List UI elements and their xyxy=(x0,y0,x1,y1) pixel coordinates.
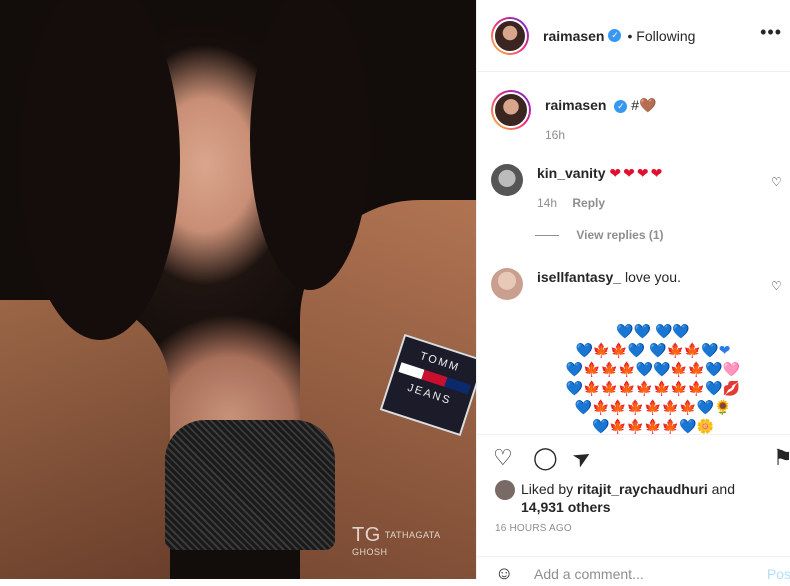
emoji-line: 💙🍁🍁💙 💙🍁🍁💙❤ xyxy=(575,342,731,358)
jacket-left xyxy=(0,300,170,579)
comment-username[interactable]: isellfantasy_ xyxy=(537,269,621,285)
post-side-panel: raimasen ✓ • Following ••• raimasen ✓ #🤎… xyxy=(476,0,790,583)
post-photo[interactable]: TOMM JEANS TG TATHAGATA GHOSH xyxy=(0,0,476,579)
share-plane-icon[interactable]: ➤ xyxy=(568,442,597,474)
view-replies-button[interactable]: View replies (1) xyxy=(576,228,663,242)
comment-row: kin_vanity ❤❤❤❤ 14h Reply View replies (… xyxy=(491,164,757,244)
emoji-line: 💙🍁🍁🍁🍁💙🌼 xyxy=(591,418,715,434)
post-actions: ♡ ◯ ➤ ⚑ Liked by ritajit_raychaudhuri an… xyxy=(477,434,790,583)
emoji-line: 💙💙 💙💙 xyxy=(616,323,690,339)
photo-watermark: TG TATHAGATA GHOSH xyxy=(352,524,476,557)
comment-like-icon[interactable]: ♡ xyxy=(771,176,783,188)
emoji-picker-icon[interactable]: ☺ xyxy=(495,563,513,584)
commenter-avatar[interactable] xyxy=(491,268,523,300)
hair-left xyxy=(20,0,180,340)
comments-list[interactable]: raimasen ✓ #🤎 16h kin_vanity ❤❤❤❤ 14h Re… xyxy=(477,72,790,434)
emoji-line: 💙🍁🍁🍁🍁🍁🍁🍁💙💋 xyxy=(565,380,741,396)
comment-time: 14h xyxy=(537,196,558,210)
likes-and: and xyxy=(711,481,735,497)
comment-like-icon[interactable]: ♡ xyxy=(771,280,783,292)
comment-text: love you. xyxy=(624,269,681,285)
verified-badge-icon: ✓ xyxy=(608,29,622,42)
post-comment-button[interactable]: Pos xyxy=(767,566,790,582)
caption-row: raimasen ✓ #🤎 16h xyxy=(491,90,765,144)
liker-username[interactable]: ritajit_raychaudhuri xyxy=(577,481,708,497)
following-button[interactable]: • Following xyxy=(627,28,695,44)
comment-username[interactable]: kin_vanity xyxy=(537,165,605,181)
hair-right xyxy=(250,0,370,290)
author-avatar[interactable] xyxy=(491,16,529,55)
post-timestamp[interactable]: 16 HOURS AGO xyxy=(495,523,572,534)
add-comment-bar: ☺ Add a comment... Pos xyxy=(477,556,790,586)
lace-top xyxy=(165,420,335,550)
emoji-heart-art: 💙💙 💙💙 💙🍁🍁💙 💙🍁🍁💙❤ 💙🍁🍁🍁💙💙🍁🍁💙🩷 💙🍁🍁🍁🍁🍁🍁🍁💙💋 💙… xyxy=(553,322,753,434)
comment-text: ❤❤❤❤ xyxy=(609,165,665,181)
save-bookmark-icon[interactable]: ⚑ xyxy=(773,445,790,471)
author-username[interactable]: raimasen xyxy=(543,28,604,44)
caption-text: #🤎 xyxy=(631,97,657,113)
caption-verified-icon: ✓ xyxy=(614,99,628,113)
likes-prefix: Liked by xyxy=(521,481,574,497)
emoji-line: 💙🍁🍁🍁💙💙🍁🍁💙🩷 xyxy=(565,361,741,377)
comment-bubble-icon[interactable]: ◯ xyxy=(533,445,558,471)
caption-username[interactable]: raimasen xyxy=(545,97,606,113)
comment-row: isellfantasy_ love you. xyxy=(491,268,737,300)
comment-input[interactable]: Add a comment... xyxy=(534,566,644,582)
replies-line xyxy=(535,235,559,237)
post-header: raimasen ✓ • Following ••• xyxy=(477,0,790,72)
liker-avatar[interactable] xyxy=(495,480,515,500)
watermark-mark: TG xyxy=(352,524,381,546)
caption-time: 16h xyxy=(545,128,566,142)
caption-avatar[interactable] xyxy=(491,90,531,130)
more-options-icon[interactable]: ••• xyxy=(760,22,782,43)
commenter-avatar[interactable] xyxy=(491,164,523,196)
emoji-line: 💙🍁🍁🍁🍁🍁🍁💙🌻 xyxy=(574,399,732,415)
like-heart-icon[interactable]: ♡ xyxy=(493,445,513,471)
likes-others-link[interactable]: 14,931 others xyxy=(521,499,611,515)
likes-summary: Liked by ritajit_raychaudhuri and 14,931… xyxy=(495,480,735,516)
reply-button[interactable]: Reply xyxy=(572,196,605,210)
